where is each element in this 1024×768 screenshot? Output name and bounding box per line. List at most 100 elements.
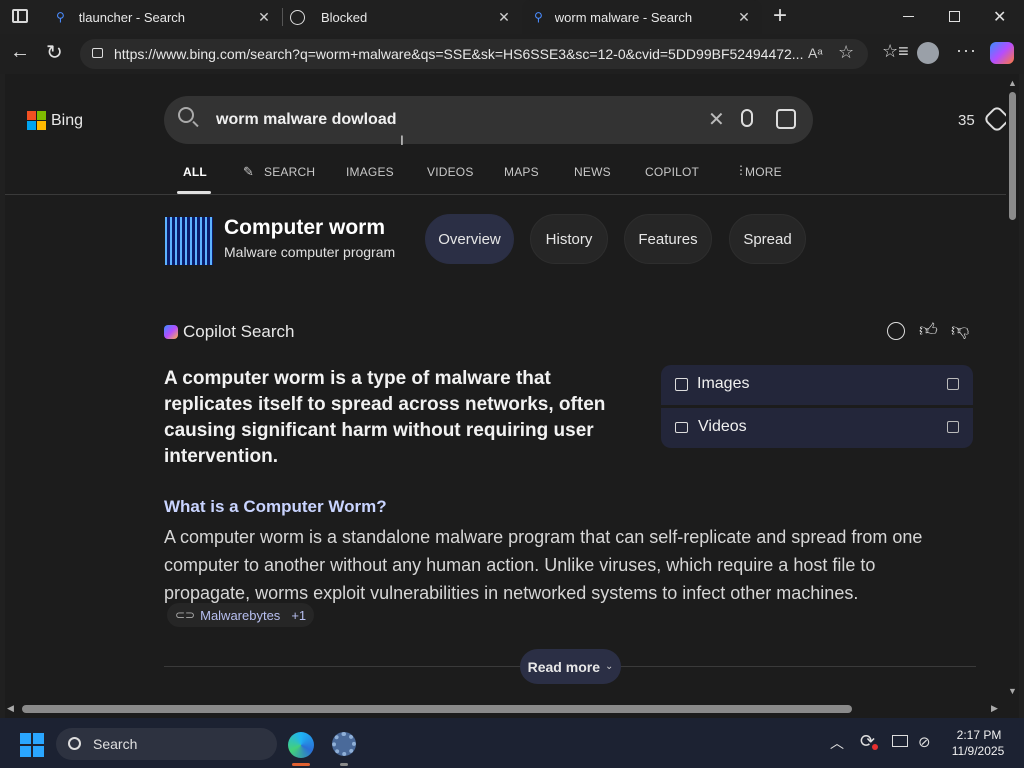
horizontal-scrollbar[interactable]: ◀ ▶ — [5, 700, 1019, 718]
close-icon[interactable]: ✕ — [496, 9, 512, 25]
search-icon — [178, 107, 194, 123]
pill-history[interactable]: History — [530, 214, 608, 264]
image-icon — [675, 378, 688, 391]
tab-tlauncher[interactable]: ⚲ tlauncher - Search ✕ — [44, 0, 282, 34]
scroll-right-arrow[interactable]: ▶ — [991, 703, 998, 714]
minimize-button[interactable] — [903, 16, 914, 17]
clear-icon[interactable]: ✕ — [708, 107, 725, 132]
copilot-headline: A computer worm is a type of malware tha… — [164, 368, 606, 467]
edge-active-indicator — [292, 763, 310, 766]
refresh-icon[interactable]: ↻ — [46, 40, 63, 65]
close-icon[interactable]: ✕ — [256, 9, 272, 25]
entity-title[interactable]: Computer worm — [224, 216, 385, 240]
search-icon — [68, 737, 81, 750]
scroll-down-arrow[interactable]: ▼ — [1008, 686, 1017, 696]
search-icon-handle — [192, 120, 199, 128]
taskbar-search-input[interactable]: Search — [93, 736, 137, 752]
settings-more-icon[interactable]: ··· — [956, 40, 977, 61]
scroll-thumb[interactable] — [1009, 92, 1016, 220]
pill-overview[interactable]: Overview — [425, 214, 514, 264]
visual-search-icon[interactable] — [776, 109, 796, 129]
settings-gear-icon[interactable] — [332, 732, 356, 756]
side-link-videos[interactable]: Videos — [661, 408, 973, 448]
tab-separator — [282, 8, 283, 26]
rewards-count[interactable]: 35 — [958, 112, 975, 129]
tab-actions-icon[interactable] — [12, 9, 28, 23]
section-title: What is a Computer Worm? — [164, 497, 387, 516]
favorites-icon[interactable]: ☆≡ — [882, 41, 909, 62]
settings-active-indicator — [340, 763, 348, 766]
nav-more[interactable]: MORE — [745, 165, 782, 179]
bing-logo-text: Bing — [51, 111, 84, 129]
video-icon — [675, 422, 688, 433]
search-box[interactable]: worm malware dowload ✕ — [164, 96, 813, 144]
entity-subtitle: Malware computer program — [224, 244, 396, 260]
tab-title: worm malware - Search — [554, 9, 693, 25]
chevron-down-icon: ⌄ — [604, 661, 614, 672]
pill-features[interactable]: Features — [624, 214, 712, 264]
windows-start-icon[interactable] — [20, 733, 44, 757]
sparkle-icon[interactable] — [887, 322, 905, 340]
tab-blocked[interactable]: Blocked ✕ — [284, 0, 522, 34]
profile-avatar[interactable] — [917, 42, 939, 64]
taskbar-search[interactable]: Search — [56, 728, 277, 760]
source-more: +1 — [291, 607, 307, 623]
vertical-scrollbar[interactable]: ▲ ▼ — [1006, 74, 1019, 700]
nav-videos[interactable]: VIDEOS — [427, 165, 474, 179]
nav-news[interactable]: NEWS — [574, 165, 611, 179]
notification-badge — [872, 744, 878, 750]
scroll-thumb[interactable] — [22, 705, 852, 713]
lock-icon — [92, 48, 103, 58]
new-tab-button[interactable]: + — [770, 4, 790, 28]
clock-time[interactable]: 2:17 PM — [954, 728, 1004, 742]
tray-expand-icon[interactable]: ︿ — [830, 733, 844, 753]
display-icon[interactable] — [892, 735, 908, 747]
microphone-icon[interactable] — [741, 109, 753, 127]
close-window-button[interactable]: ✕ — [993, 7, 1006, 27]
copilot-search-icon: ✎ — [243, 164, 254, 179]
pill-spread[interactable]: Spread — [729, 214, 806, 264]
source-chip[interactable]: ⊂⊃ Malwarebytes +1 — [167, 603, 315, 627]
nav-images[interactable]: IMAGES — [346, 165, 394, 179]
nav-maps[interactable]: MAPS — [504, 165, 539, 179]
nav-search[interactable]: SEARCH — [264, 165, 315, 179]
url-text[interactable]: https://www.bing.com/search?q=worm+malwa… — [114, 46, 804, 62]
link-icon: ⊂⊃ — [175, 608, 196, 622]
tab-bar: ⚲ tlauncher - Search ✕ Blocked ✕ ⚲ worm … — [0, 0, 1024, 34]
external-link-icon — [947, 421, 959, 433]
favorite-star-icon[interactable]: ☆ — [838, 42, 854, 63]
copilot-brand-icon — [164, 325, 178, 339]
clock-date[interactable]: 11/9/2025 — [947, 744, 1009, 758]
bing-logo-icon — [27, 111, 46, 130]
copilot-icon[interactable] — [990, 42, 1014, 64]
text-cursor-icon: I — [400, 132, 404, 148]
close-icon[interactable]: ✕ — [736, 9, 752, 25]
tab-worm-malware[interactable]: ⚲ worm malware - Search ✕ — [522, 0, 762, 34]
thumbs-up-icon[interactable]: 👍︎ — [919, 319, 938, 341]
nav-divider — [5, 194, 1006, 195]
side-link-label: Videos — [698, 418, 747, 435]
restore-button[interactable] — [949, 11, 960, 22]
section-body: A computer worm is a standalone malware … — [164, 527, 923, 603]
edge-icon[interactable] — [288, 732, 314, 758]
network-off-icon[interactable]: ⊘ — [918, 733, 931, 751]
tab-title: tlauncher - Search — [78, 9, 186, 25]
source-name: Malwarebytes — [200, 607, 281, 623]
read-aloud-icon[interactable]: Aᵃ — [808, 45, 823, 61]
nav-copilot[interactable]: COPILOT — [645, 165, 699, 179]
address-bar[interactable]: https://www.bing.com/search?q=worm+malwa… — [80, 39, 868, 69]
scroll-up-arrow[interactable]: ▲ — [1008, 78, 1017, 88]
back-icon[interactable]: ← — [10, 41, 30, 64]
rewards-icon[interactable] — [982, 104, 1006, 134]
bing-logo[interactable]: Bing — [27, 111, 83, 130]
scroll-left-arrow[interactable]: ◀ — [7, 703, 14, 714]
entity-image[interactable] — [165, 217, 213, 265]
thumbs-down-icon[interactable]: 👎︎ — [951, 319, 969, 341]
nav-all[interactable]: ALL — [183, 165, 207, 179]
search-input[interactable]: worm malware dowload — [216, 111, 396, 129]
side-link-images[interactable]: Images — [661, 365, 973, 405]
taskbar: Search ︿ ⟳ ⊘ 2:17 PM 11/9/2025 — [0, 718, 1024, 768]
read-more-label: Read more — [527, 658, 600, 675]
read-more-button[interactable]: Read more ⌄ — [520, 649, 621, 684]
globe-icon — [290, 9, 305, 25]
